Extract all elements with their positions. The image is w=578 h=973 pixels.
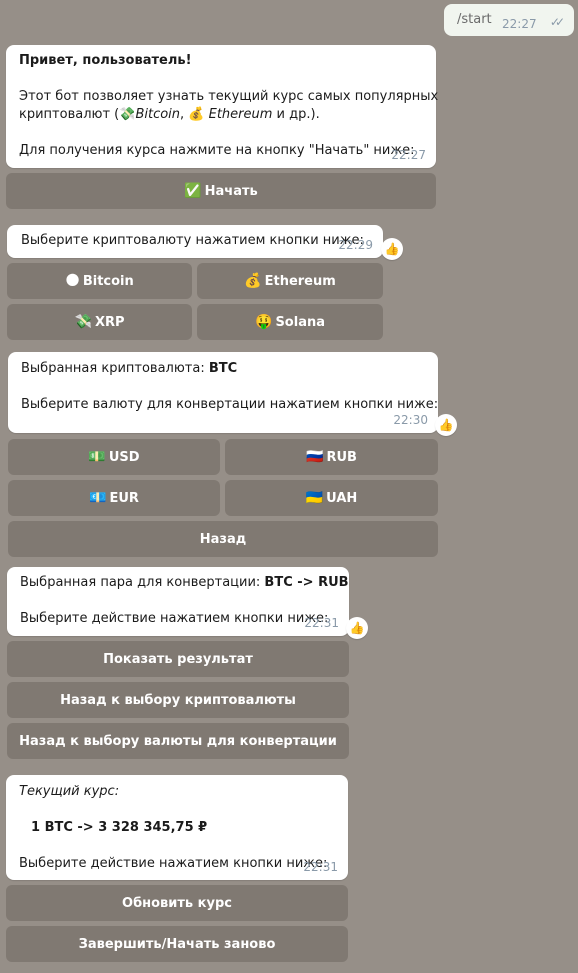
show-result-button[interactable]: Показать результат — [7, 641, 349, 677]
choose-crypto-text: Выберите криптовалюту нажатием кнопки ни… — [21, 233, 364, 248]
chosen-crypto-message: Выбранная криптовалюта: BTC Выберите вал… — [8, 352, 438, 433]
money-bag-icon: 💰 — [244, 273, 262, 289]
read-ticks-icon: ✓✓ — [549, 15, 565, 29]
message-time: 22:30 — [393, 413, 428, 427]
outgoing-message: /start 22:27 ✓✓ — [444, 4, 574, 36]
outgoing-text: /start — [457, 12, 492, 27]
euro-banknote-icon: 💶 — [89, 490, 107, 506]
russia-flag-icon: 🇷🇺 — [306, 449, 324, 465]
currency-button-rub[interactable]: 🇷🇺 RUB — [225, 439, 438, 475]
crypto-button-ethereum[interactable]: 💰 Ethereum — [197, 263, 383, 299]
refresh-rate-button[interactable]: Обновить курс — [6, 885, 348, 921]
chosen-crypto-text: Выбранная криптовалюта: BTC — [21, 361, 238, 376]
thumbs-up-reaction-icon[interactable]: 👍 — [381, 238, 403, 260]
money-mouth-face-icon: 🤑 — [255, 314, 273, 330]
back-to-crypto-button[interactable]: Назад к выбору криптовалюты — [7, 682, 349, 718]
thumbs-up-reaction-icon[interactable]: 👍 — [435, 414, 457, 436]
instruction-text: Для получения курса нажмите на кнопку "Н… — [19, 143, 415, 158]
choose-action-text: Выберите действие нажатием кнопки ниже: — [20, 611, 329, 626]
choose-crypto-message: Выберите криптовалюту нажатием кнопки ни… — [7, 225, 383, 258]
coin-icon: 🌑 — [65, 273, 80, 289]
dollar-banknote-icon: 💵 — [88, 449, 106, 465]
rate-title: Текущий курс: — [19, 784, 120, 799]
chosen-pair-text: Выбранная пара для конвертации: BTC -> R… — [20, 575, 349, 590]
currency-button-uah[interactable]: 🇺🇦 UAH — [225, 480, 438, 516]
rate-message: Текущий курс: 1 BTC -> 3 328 345,75 ₽ Вы… — [6, 775, 348, 880]
greeting-text: Привет, пользователь! — [19, 53, 192, 68]
crypto-button-solana[interactable]: 🤑 Solana — [197, 304, 383, 340]
thumbs-up-reaction-icon[interactable]: 👍 — [346, 617, 368, 639]
choose-currency-text: Выберите валюту для конвертации нажатием… — [21, 397, 439, 412]
message-time: 22:31 — [303, 860, 338, 874]
message-time: 22:29 — [338, 238, 373, 252]
message-time: 22:27 — [391, 148, 426, 162]
back-to-currency-button[interactable]: Назад к выбору валюты для конвертации — [7, 723, 349, 759]
ukraine-flag-icon: 🇺🇦 — [305, 490, 324, 506]
money-bag-icon: 💰 — [188, 107, 205, 122]
outgoing-time: 22:27 — [502, 17, 537, 31]
description-line-2: криптовалют (💸Bitcoin, 💰 Ethereum и др.)… — [19, 107, 320, 122]
money-wings-icon: 💸 — [74, 314, 92, 330]
message-time: 22:31 — [304, 616, 339, 630]
money-wings-icon: 💸 — [119, 107, 136, 122]
crypto-button-xrp[interactable]: 💸 XRP — [7, 304, 192, 340]
currency-button-usd[interactable]: 💵 USD — [8, 439, 220, 475]
start-button[interactable]: ✅ Начать — [6, 173, 436, 209]
chosen-pair-message: Выбранная пара для конвертации: BTC -> R… — [7, 567, 349, 636]
description-line-1: Этот бот позволяет узнать текущий курс с… — [19, 89, 439, 104]
finish-restart-button[interactable]: Завершить/Начать заново — [6, 926, 348, 962]
welcome-message: Привет, пользователь! Этот бот позволяет… — [6, 45, 439, 168]
currency-button-eur[interactable]: 💶 EUR — [8, 480, 220, 516]
rate-value: 1 BTC -> 3 328 345,75 ₽ — [31, 820, 208, 835]
choose-action-text: Выберите действие нажатием кнопки ниже: — [19, 856, 328, 871]
back-button[interactable]: Назад — [8, 521, 438, 557]
check-mark-icon: ✅ — [184, 183, 202, 199]
crypto-button-bitcoin[interactable]: 🌑 Bitcoin — [7, 263, 192, 299]
